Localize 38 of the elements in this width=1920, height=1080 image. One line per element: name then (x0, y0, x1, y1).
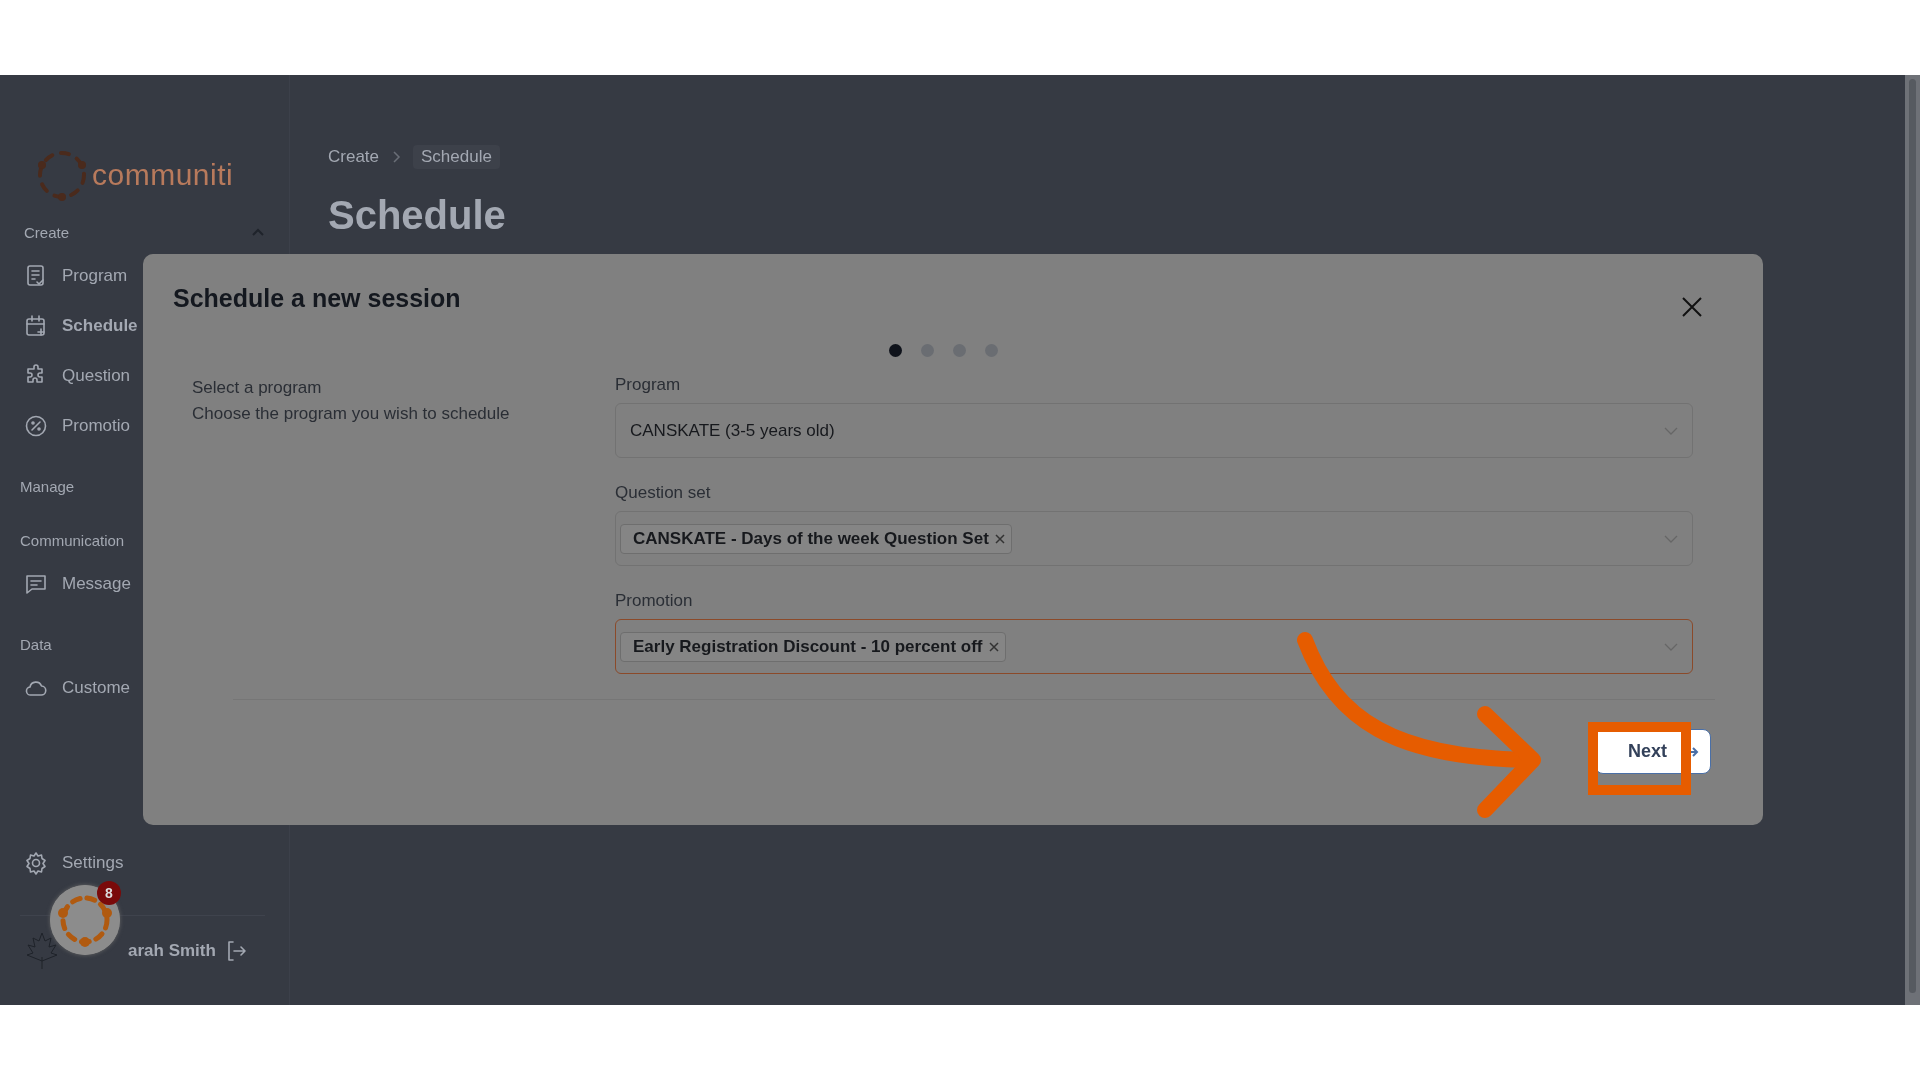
modal-title: Schedule a new session (173, 284, 461, 313)
selected-tag: CANSKATE - Days of the week Question Set (620, 523, 1012, 554)
select-field[interactable]: CANSKATE (3-5 years old) (615, 403, 1693, 458)
chat-widget-icon[interactable] (50, 885, 120, 955)
selected-tag: Early Registration Discount - 10 percent off (620, 631, 1006, 662)
brand-name: communiti (92, 158, 234, 192)
step-dot[interactable] (888, 344, 902, 357)
field-label: Program (615, 375, 682, 395)
nav-item[interactable]: Program (0, 251, 134, 301)
nav-item[interactable]: Custome (0, 663, 137, 713)
section-heading: Communication (20, 531, 125, 549)
settings-icon (24, 851, 48, 875)
chat-icon (24, 572, 48, 596)
nav-item[interactable]: Promotio (0, 401, 137, 451)
breadcrumb-link[interactable]: Schedule (413, 145, 500, 169)
select-field[interactable]: Early Registration Discount - 10 percent off (615, 619, 1693, 674)
step-title: Select a program (192, 377, 323, 399)
nav-item[interactable]: Message (0, 559, 137, 609)
close-button[interactable] (1681, 296, 1703, 318)
nav-item[interactable]: Schedule (0, 301, 144, 351)
percent-icon (24, 414, 48, 438)
step-description: Choose the program you wish to schedule (192, 403, 511, 425)
section-heading: Manage (20, 477, 75, 495)
page-title: Schedule (328, 193, 507, 238)
nav-item[interactable]: Question (0, 351, 137, 401)
select-field[interactable]: CANSKATE - Days of the week Question Set (615, 511, 1693, 566)
field-label: Question set (615, 483, 712, 503)
chevron-right-icon (391, 151, 402, 163)
section-heading: Create (24, 223, 70, 241)
section-heading: Data (20, 635, 52, 653)
remove-icon[interactable] (994, 533, 1005, 544)
calendar-icon (24, 314, 48, 338)
user-name: arah Smith (128, 941, 216, 961)
breadcrumb-link[interactable]: Create (328, 147, 380, 167)
notification-badge: 8 (97, 881, 121, 905)
scrollbar[interactable] (1905, 75, 1920, 1005)
field-label: Promotion (615, 591, 694, 611)
remove-icon[interactable] (988, 641, 999, 652)
